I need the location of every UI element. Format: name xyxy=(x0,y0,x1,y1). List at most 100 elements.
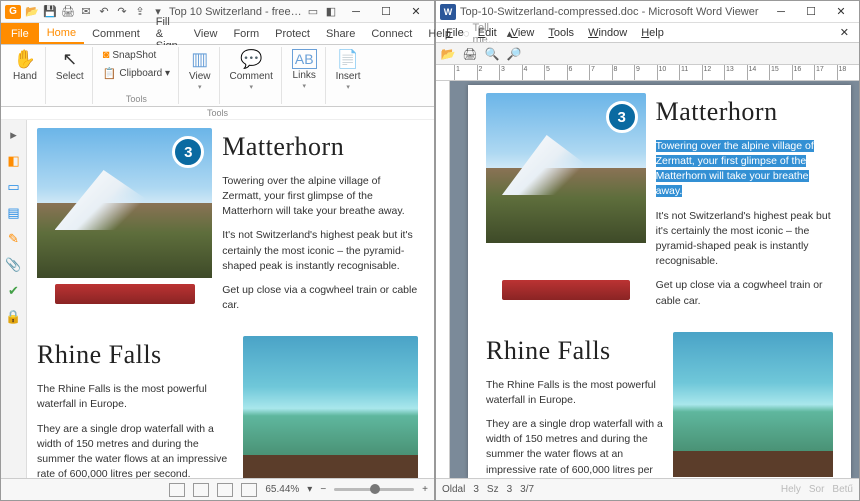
signatures-icon[interactable]: ✔ xyxy=(5,282,23,300)
foxit-document-area: ▸ ◧ ▭ ▤ ✎ 📎 ✔ 🔒 3 Matterhorn Towering ov… xyxy=(1,120,434,478)
foxit-statusbar: 65.44% ▾ − + xyxy=(1,478,434,500)
insert-button[interactable]: 📄Insert▾ xyxy=(332,47,365,93)
tab-share[interactable]: Share xyxy=(318,25,363,43)
print-icon[interactable]: 🖨 xyxy=(61,5,75,19)
clipboard-icon: 📋 xyxy=(103,67,117,80)
zoom-dropdown-icon[interactable]: ▾ xyxy=(307,484,312,495)
body-text: They are a single drop waterfall with a … xyxy=(37,422,233,478)
zoom-icon[interactable]: 🔎 xyxy=(506,46,522,62)
menu-edit[interactable]: Edit xyxy=(472,25,503,41)
word-statusbar: Oldal 3 Sz 3 3/7 Hely Sor Betű xyxy=(436,478,859,500)
view-facing-icon[interactable] xyxy=(217,483,233,497)
horizontal-ruler[interactable]: 123456789101112131415161718 xyxy=(436,65,859,81)
pages-icon[interactable]: ▭ xyxy=(5,178,23,196)
foxit-window: G 📂 💾 🖨 ✉ ↶ ↷ ⇪ ▾ Top 10 Switzerland - f… xyxy=(0,0,435,501)
tab-comment[interactable]: Comment xyxy=(84,25,148,43)
tab-view[interactable]: View xyxy=(186,25,226,43)
layers-icon[interactable]: ▤ xyxy=(5,204,23,222)
section-label: Sz xyxy=(487,484,499,495)
body-text: It's not Switzerland's highest peak but … xyxy=(656,209,833,270)
heading-matterhorn: Matterhorn xyxy=(222,128,418,166)
heading-rhine-falls: Rhine Falls xyxy=(486,332,663,370)
doc-close-icon[interactable]: ✕ xyxy=(834,24,855,41)
tab-form[interactable]: Form xyxy=(225,25,267,43)
redo-icon[interactable]: ↷ xyxy=(115,5,129,19)
page-label: Oldal xyxy=(442,484,465,495)
menubar: File Edit View Tools Window Help ✕ xyxy=(436,23,859,43)
menu-file[interactable]: File xyxy=(440,25,470,41)
word-page[interactable]: 3 Matterhorn Towering over the alpine vi… xyxy=(468,85,851,478)
menu-view[interactable]: View xyxy=(505,25,541,41)
maximize-button[interactable]: ☐ xyxy=(372,2,400,22)
tab-protect[interactable]: Protect xyxy=(267,25,318,43)
maximize-button[interactable]: ☐ xyxy=(797,2,825,22)
ribbon-body: ✋Hand ↖Select ◙SnapShot 📋Clipboard ▾ Too… xyxy=(1,45,434,107)
view-button[interactable]: ▥View▾ xyxy=(185,47,215,93)
save-icon[interactable]: 💾 xyxy=(43,5,57,19)
zoom-in-button[interactable]: + xyxy=(422,484,428,495)
bookmarks-icon[interactable]: ◧ xyxy=(5,152,23,170)
pdf-page[interactable]: 3 Matterhorn Towering over the alpine vi… xyxy=(27,120,434,478)
find-icon[interactable]: 🔍 xyxy=(484,46,500,62)
minimize-button[interactable]: ─ xyxy=(342,2,370,22)
close-button[interactable]: ✕ xyxy=(402,2,430,22)
section-matterhorn: 3 Matterhorn Towering over the alpine vi… xyxy=(486,93,833,318)
section-rhine-falls: 4 Rhine Falls The Rhine Falls is the mos… xyxy=(486,332,833,478)
body-text: Get up close via a cogwheel train or cab… xyxy=(222,283,418,313)
undo-icon[interactable]: ↶ xyxy=(97,5,111,19)
view-continuous-icon[interactable] xyxy=(193,483,209,497)
link-icon: AB xyxy=(292,49,317,69)
section-rhine-falls: Rhine Falls The Rhine Falls is the most … xyxy=(37,336,418,478)
word-titlebar: W Top-10-Switzerland-compressed.doc - Mi… xyxy=(436,1,859,23)
zoom-out-button[interactable]: − xyxy=(320,484,326,495)
clipboard-button[interactable]: 📋Clipboard ▾ xyxy=(99,65,174,82)
status-betu: Betű xyxy=(832,484,853,495)
cursor-icon: ↖ xyxy=(62,49,77,70)
tab-connect[interactable]: Connect xyxy=(363,25,420,43)
share-icon[interactable]: ⇪ xyxy=(133,5,147,19)
body-text: It's not Switzerland's highest peak but … xyxy=(222,228,418,274)
print-icon[interactable]: 🖨 xyxy=(462,46,478,62)
snapshot-button[interactable]: ◙SnapShot xyxy=(99,47,174,63)
ribbon-mode-icon[interactable]: ▭ xyxy=(306,5,320,19)
selected-text: Towering over the alpine village of Zerm… xyxy=(656,140,814,198)
tab-home[interactable]: Home xyxy=(39,24,84,44)
body-text: Towering over the alpine village of Zerm… xyxy=(656,139,833,200)
open-icon[interactable]: 📂 xyxy=(440,46,456,62)
file-tab[interactable]: File xyxy=(1,23,39,44)
close-button[interactable]: ✕ xyxy=(827,2,855,22)
page-number: 3 xyxy=(473,484,479,495)
ribbon-tabs: File Home Comment Fill & Sign View Form … xyxy=(1,23,434,45)
select-tool-button[interactable]: ↖Select xyxy=(52,47,88,84)
expand-nav-icon[interactable]: ▸ xyxy=(5,126,23,144)
tools-group-label: Tools xyxy=(126,94,147,104)
rhine-falls-image xyxy=(243,336,418,478)
tools-caption: Tools xyxy=(207,108,228,118)
open-icon[interactable]: 📂 xyxy=(25,5,39,19)
heading-matterhorn: Matterhorn xyxy=(656,93,833,131)
skin-icon[interactable]: ◧ xyxy=(324,5,338,19)
menu-window[interactable]: Window xyxy=(582,25,633,41)
hand-icon: ✋ xyxy=(14,49,36,70)
page-position: 3/7 xyxy=(520,484,534,495)
heading-rhine-falls: Rhine Falls xyxy=(37,336,233,374)
links-button[interactable]: ABLinks▾ xyxy=(288,47,321,92)
comment-button[interactable]: 💬Comment▾ xyxy=(226,47,277,93)
menu-help[interactable]: Help xyxy=(635,25,670,41)
zoom-slider[interactable] xyxy=(334,488,414,491)
window-title: Top 10 Switzerland - freebie for itinera… xyxy=(169,6,302,18)
attachments-icon[interactable]: 📎 xyxy=(5,256,23,274)
minimize-button[interactable]: ─ xyxy=(767,2,795,22)
menu-tools[interactable]: Tools xyxy=(542,25,580,41)
body-text: Get up close via a cogwheel train or cab… xyxy=(656,278,833,308)
email-icon[interactable]: ✉ xyxy=(79,5,93,19)
vertical-ruler[interactable] xyxy=(436,81,450,478)
comments-icon[interactable]: ✎ xyxy=(5,230,23,248)
view-cont-facing-icon[interactable] xyxy=(241,483,257,497)
rhine-falls-image: 4 xyxy=(673,332,833,478)
section-number: 3 xyxy=(507,484,513,495)
view-single-icon[interactable] xyxy=(169,483,185,497)
hand-tool-button[interactable]: ✋Hand xyxy=(9,47,41,84)
security-icon[interactable]: 🔒 xyxy=(5,308,23,326)
body-text: The Rhine Falls is the most powerful wat… xyxy=(486,378,663,408)
